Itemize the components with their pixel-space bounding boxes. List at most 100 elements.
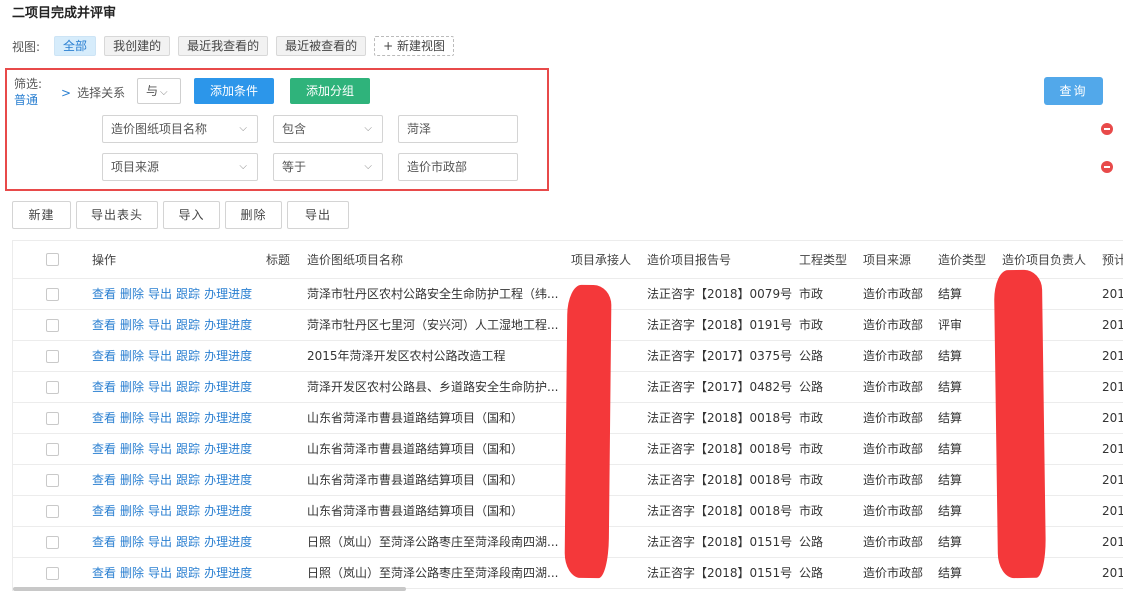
progress-link[interactable]: 办理进度 [204,535,252,549]
delete-link[interactable]: 删除 [120,349,144,363]
export-link[interactable]: 导出 [148,473,172,487]
export-link[interactable]: 导出 [148,411,172,425]
export-link[interactable]: 导出 [148,349,172,363]
project-name-cell: 2015年菏泽开发区农村公路改造工程 [307,349,506,363]
row-actions: 查看 删除 导出 跟踪 办理进度 [92,465,256,495]
track-link[interactable]: 跟踪 [176,318,200,332]
export-link[interactable]: 导出 [148,535,172,549]
relation-selector[interactable]: > 选择关系 [61,84,125,101]
delete-link[interactable]: 删除 [120,380,144,394]
project-type-cell: 市政 [799,442,824,456]
condition-1-field-select[interactable]: 造价图纸项目名称 ⌵ [102,115,258,143]
row-checkbox[interactable] [46,319,59,332]
progress-link[interactable]: 办理进度 [204,504,252,518]
progress-link[interactable]: 办理进度 [204,287,252,301]
delete-link[interactable]: 删除 [120,566,144,580]
export-link[interactable]: 导出 [148,504,172,518]
export-link[interactable]: 导出 [148,287,172,301]
estimate-cell: 201 [1102,566,1123,580]
track-link[interactable]: 跟踪 [176,411,200,425]
toolbar: 新建 导出表头 导入 删除 导出 [12,201,354,229]
track-link[interactable]: 跟踪 [176,349,200,363]
export-link[interactable]: 导出 [148,566,172,580]
export-header-button[interactable]: 导出表头 [76,201,158,229]
delete-link[interactable]: 删除 [120,287,144,301]
view-link[interactable]: 查看 [92,349,116,363]
row-checkbox[interactable] [46,536,59,549]
delete-link[interactable]: 删除 [120,442,144,456]
track-link[interactable]: 跟踪 [176,535,200,549]
view-link[interactable]: 查看 [92,380,116,394]
row-checkbox[interactable] [46,443,59,456]
remove-condition-2-icon[interactable] [1101,161,1113,173]
export-button[interactable]: 导出 [287,201,349,229]
row-checkbox[interactable] [46,505,59,518]
view-link[interactable]: 查看 [92,535,116,549]
select-all-checkbox[interactable] [46,253,59,266]
condition-1-value-input[interactable]: 菏泽 [398,115,518,143]
report-number-cell: 法正咨字【2017】0375号 [647,349,793,363]
progress-link[interactable]: 办理进度 [204,473,252,487]
project-source-cell: 造价市政部 [863,535,924,549]
condition-2-operator-select[interactable]: 等于 ⌵ [273,153,383,181]
view-link[interactable]: 查看 [92,473,116,487]
track-link[interactable]: 跟踪 [176,566,200,580]
add-condition-button[interactable]: 添加条件 [194,78,274,104]
progress-link[interactable]: 办理进度 [204,566,252,580]
view-link[interactable]: 查看 [92,504,116,518]
view-link[interactable]: 查看 [92,287,116,301]
row-checkbox[interactable] [46,412,59,425]
view-recently-viewed-by-me[interactable]: 最近我查看的 [178,36,269,56]
import-button[interactable]: 导入 [163,201,220,229]
export-link[interactable]: 导出 [148,442,172,456]
condition-2-value-input[interactable]: 造价市政部 [398,153,518,181]
new-button[interactable]: 新建 [12,201,71,229]
new-view-button[interactable]: + 新建视图 [374,36,454,56]
progress-link[interactable]: 办理进度 [204,442,252,456]
track-link[interactable]: 跟踪 [176,442,200,456]
report-number-cell: 法正咨字【2018】0018号 [647,442,793,456]
view-link[interactable]: 查看 [92,318,116,332]
track-link[interactable]: 跟踪 [176,380,200,394]
row-actions: 查看 删除 导出 跟踪 办理进度 [92,310,256,340]
filter-mode-link[interactable]: 普通 [14,92,42,108]
project-type-cell: 公路 [799,566,824,580]
row-checkbox[interactable] [46,567,59,580]
estimate-cell: 201 [1102,442,1123,456]
track-link[interactable]: 跟踪 [176,287,200,301]
view-link[interactable]: 查看 [92,442,116,456]
project-name-cell: 日照（岚山）至菏泽公路枣庄至菏泽段南四湖... [307,535,559,549]
add-group-button[interactable]: 添加分组 [290,78,370,104]
delete-button[interactable]: 删除 [225,201,282,229]
delete-link[interactable]: 删除 [120,318,144,332]
row-checkbox[interactable] [46,381,59,394]
export-link[interactable]: 导出 [148,380,172,394]
delete-link[interactable]: 删除 [120,535,144,549]
row-checkbox[interactable] [46,288,59,301]
progress-link[interactable]: 办理进度 [204,380,252,394]
track-link[interactable]: 跟踪 [176,473,200,487]
relation-select[interactable]: 与 ⌵ [137,78,181,104]
cost-type-cell: 结算 [938,473,963,487]
condition-2-field-select[interactable]: 项目来源 ⌵ [102,153,258,181]
view-link[interactable]: 查看 [92,411,116,425]
query-button[interactable]: 查询 [1044,77,1103,105]
delete-link[interactable]: 删除 [120,473,144,487]
progress-link[interactable]: 办理进度 [204,349,252,363]
progress-link[interactable]: 办理进度 [204,318,252,332]
horizontal-scrollbar[interactable] [13,587,406,591]
export-link[interactable]: 导出 [148,318,172,332]
track-link[interactable]: 跟踪 [176,504,200,518]
delete-link[interactable]: 删除 [120,411,144,425]
view-link[interactable]: 查看 [92,566,116,580]
estimate-cell: 201 [1102,473,1123,487]
delete-link[interactable]: 删除 [120,504,144,518]
row-checkbox[interactable] [46,350,59,363]
view-all[interactable]: 全部 [54,36,97,56]
remove-condition-1-icon[interactable] [1101,123,1113,135]
progress-link[interactable]: 办理进度 [204,411,252,425]
view-created-by-me[interactable]: 我创建的 [104,36,171,56]
view-recently-viewed[interactable]: 最近被查看的 [276,36,367,56]
condition-1-operator-select[interactable]: 包含 ⌵ [273,115,383,143]
row-checkbox[interactable] [46,474,59,487]
